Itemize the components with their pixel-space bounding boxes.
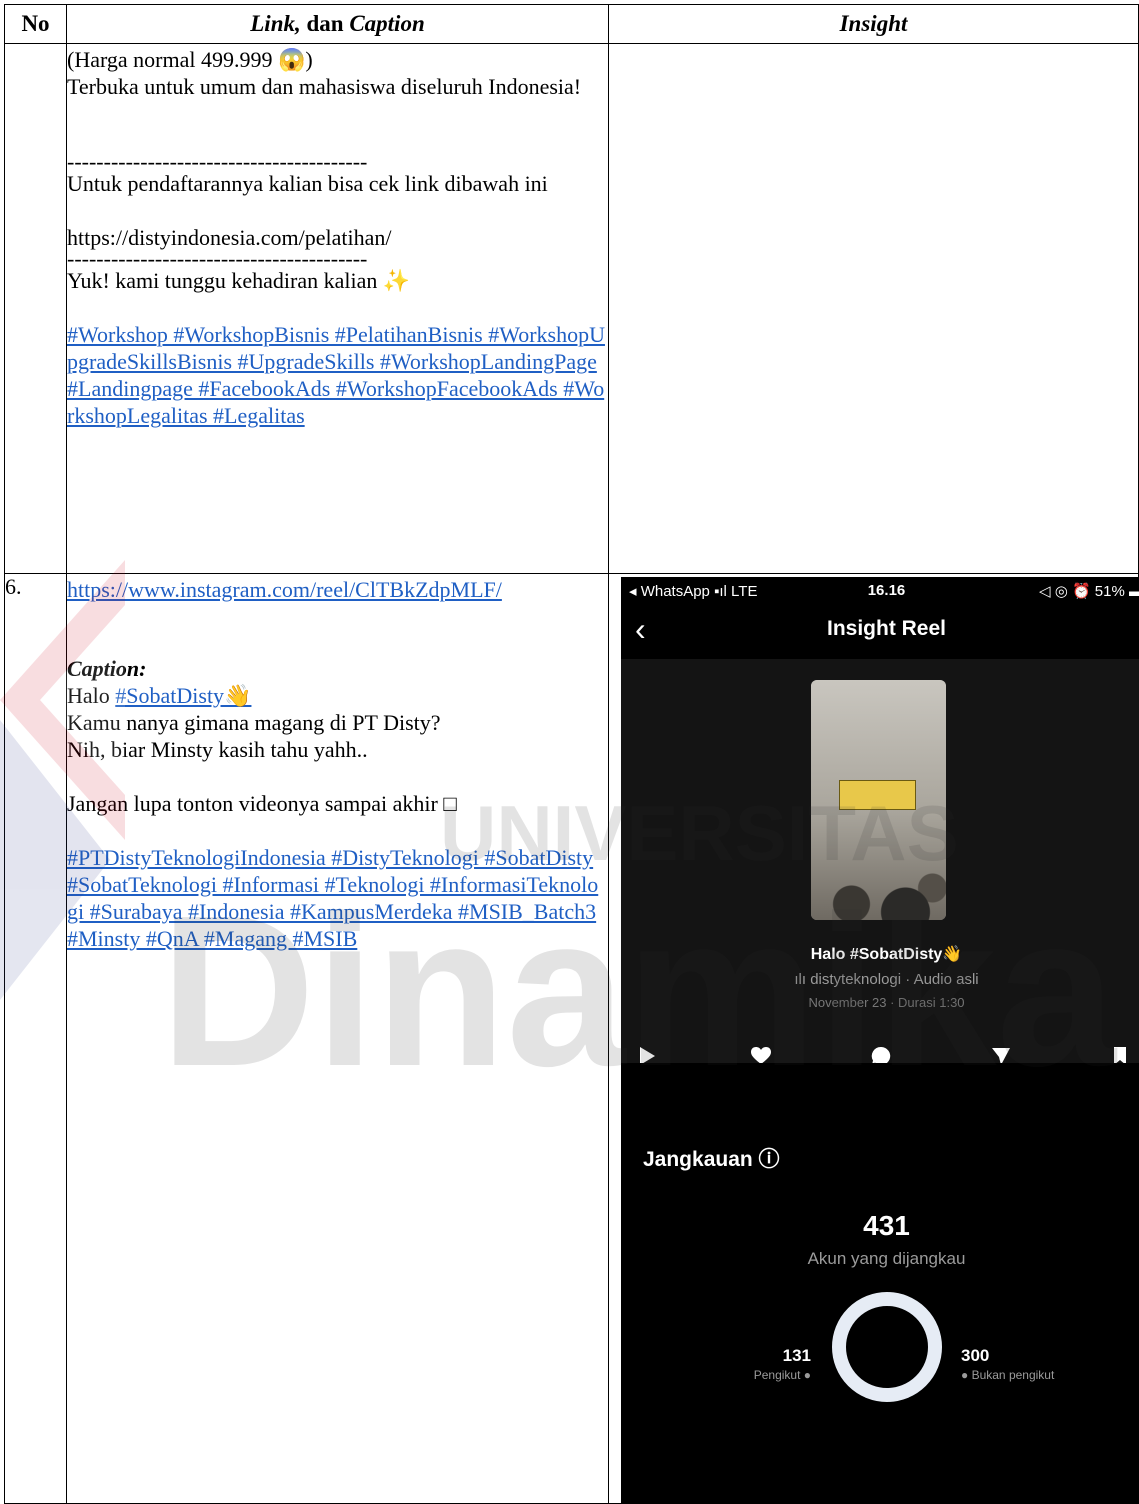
- caption-label: Caption:: [67, 656, 147, 681]
- caption-line: Terbuka untuk umum dan mahasiswa diselur…: [67, 74, 582, 99]
- insight-cell: ◂ WhatsApp ▪ıl LTE 16.16 ◁ ◎ ⏰ 51% ▬ ‹ I…: [608, 573, 1139, 1504]
- stat-comments: 1: [851, 1043, 911, 1063]
- nonfollowers-label: ● Bukan pengikut: [961, 1368, 1055, 1382]
- followers-value: 131: [782, 1346, 811, 1365]
- header-link-caption: Link, dan Caption: [66, 4, 609, 44]
- insight-cell-previous: [608, 43, 1139, 574]
- caption-line: (Harga normal 499.999 😱): [67, 47, 313, 72]
- hashtag-list: #PTDistyTeknologiIndonesia #DistyTeknolo…: [67, 844, 608, 952]
- stat-plays: 481: [621, 1043, 677, 1063]
- hashtag-sobatdisty[interactable]: #SobatDisty👋: [115, 683, 251, 708]
- row-number-empty: [4, 43, 67, 574]
- followers-label: Pengikut ●: [753, 1368, 811, 1382]
- reel-thumbnail[interactable]: [811, 680, 946, 920]
- caption-divider: ----------------------------------------…: [67, 149, 368, 174]
- hashtag-links[interactable]: #Workshop #WorkshopBisnis #PelatihanBisn…: [67, 322, 605, 428]
- caption-divider: ----------------------------------------…: [67, 246, 368, 271]
- caption-line: Nih, biar Minsty kasih tahu yahh..: [67, 737, 368, 762]
- caption-line: Jangan lupa tonton videonya sampai akhir…: [67, 791, 457, 816]
- status-bar: ◂ WhatsApp ▪ıl LTE 16.16 ◁ ◎ ⏰ 51% ▬: [629, 582, 1139, 600]
- reach-total-label: Akun yang dijangkau: [807, 1249, 966, 1268]
- document-table: No Link, dan Caption Insight (Harga norm…: [4, 4, 1139, 1504]
- comment-icon: [851, 1043, 911, 1063]
- header-no: No: [4, 4, 67, 44]
- caption-line: Untuk pendaftarannya kalian bisa cek lin…: [67, 171, 548, 196]
- reel-audio: ılı distyteknologi · Audio asli: [794, 971, 979, 988]
- reach-heading: Jangkauan ⓘ: [643, 1148, 780, 1171]
- donut-nonfollowers: [832, 1292, 942, 1402]
- reel-caption: Halo #SobatDisty👋: [810, 946, 963, 963]
- row-number: 6.: [5, 574, 22, 599]
- caption-cell-previous: (Harga normal 499.999 😱) Terbuka untuk u…: [66, 43, 609, 574]
- table-row-6: 6. https://www.instagram.com/reel/ClTBkZ…: [4, 573, 1139, 1504]
- stat-likes: 38: [731, 1043, 791, 1063]
- send-icon: [971, 1043, 1031, 1063]
- reach-donut-chart: [832, 1292, 942, 1402]
- stat-saves: 0: [1090, 1043, 1139, 1063]
- header-insight: Insight: [608, 4, 1139, 44]
- header-row: No Link, dan Caption Insight: [4, 4, 1139, 44]
- bookmark-icon: [1090, 1043, 1139, 1063]
- row-number-cell: 6.: [4, 573, 67, 1504]
- table-row-continued: (Harga normal 499.999 😱) Terbuka untuk u…: [4, 43, 1139, 574]
- reach-total: 431: [863, 1210, 910, 1241]
- caption-cell: https://www.instagram.com/reel/ClTBkZdpM…: [66, 573, 609, 1504]
- caption-line: Kamu nanya gimana magang di PT Disty?: [67, 710, 441, 735]
- reel-link[interactable]: https://www.instagram.com/reel/ClTBkZdpM…: [67, 577, 502, 602]
- screen-title: Insight Reel: [826, 617, 947, 640]
- reel-preview-area: Halo #SobatDisty👋 ılı distyteknologi · A…: [621, 659, 1139, 1063]
- insight-screenshot: ◂ WhatsApp ▪ıl LTE 16.16 ◁ ◎ ⏰ 51% ▬ ‹ I…: [621, 577, 1139, 1063]
- reel-date: November 23 · Durasi 1:30: [808, 995, 965, 1010]
- greeting-line: Halo #SobatDisty👋: [67, 683, 252, 708]
- stat-shares: 3: [971, 1043, 1031, 1063]
- hashtag-links[interactable]: #PTDistyTeknologiIndonesia #DistyTeknolo…: [67, 845, 598, 951]
- nonfollowers-value: 300: [961, 1346, 990, 1365]
- caption-line: Yuk! kami tunggu kehadiran kalian ✨: [67, 268, 411, 293]
- reach-section: Jangkauan ⓘ 431 Akun yang dijangkau 131 …: [621, 1063, 1139, 1503]
- heart-icon: [731, 1043, 791, 1063]
- hashtag-list: #Workshop #WorkshopBisnis #PelatihanBisn…: [67, 321, 608, 429]
- play-icon: [621, 1043, 677, 1063]
